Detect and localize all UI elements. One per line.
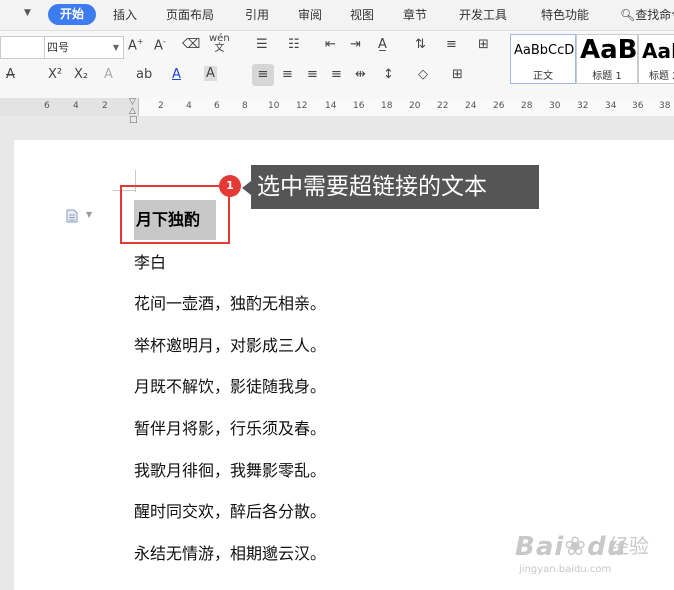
shrink-font-icon[interactable]: A- (154, 37, 166, 53)
line-spacing-icon[interactable]: ≡ (446, 37, 457, 52)
font-color-icon[interactable]: A (172, 67, 181, 82)
tab-developer[interactable]: 开发工具 (459, 6, 507, 23)
subscript-icon[interactable]: X₂ (74, 67, 88, 82)
highlight-icon[interactable]: ab (136, 67, 152, 82)
style-sample: AaBbCcD (514, 43, 575, 58)
ruler-tick: 8 (242, 101, 248, 111)
ruler-tick: 6 (214, 101, 220, 111)
ruler-tick: 4 (186, 101, 192, 111)
justify-icon[interactable]: ≡ (331, 67, 342, 82)
decrease-indent-icon[interactable]: ⇤ (325, 37, 336, 52)
style-heading-2[interactable]: AaB 标题 2 (638, 34, 674, 84)
phonetic-icon[interactable]: wén 文 (209, 34, 230, 54)
tab-references[interactable]: 引用 (245, 6, 269, 23)
poem-line[interactable]: 举杯邀明月，对影成三人。 (134, 332, 326, 356)
poem-line[interactable]: 永结无情游，相期邈云汉。 (134, 540, 326, 564)
step-badge: 1 (219, 175, 241, 197)
tab-insert[interactable]: 插入 (113, 6, 137, 23)
poem-line[interactable]: 花间一壶酒，独酌无相亲。 (134, 290, 326, 314)
eraser-icon[interactable]: ⌫ (182, 37, 200, 52)
increase-indent-icon[interactable]: ⇥ (350, 37, 361, 52)
ruler-tick: 34 (605, 101, 617, 111)
strikethrough-icon[interactable]: A (6, 67, 15, 82)
menu-bar: ▼ 开始 插入 页面布局 引用 审阅 视图 章节 开发工具 特色功能 🔍︎查找命… (0, 0, 674, 31)
ruler-tick: 24 (465, 101, 477, 111)
search-label: 查找命令 (635, 8, 674, 22)
poem-line[interactable]: 暂伴月将影，行乐须及春。 (134, 415, 326, 439)
ruler-tick: 6 (44, 101, 50, 111)
ruler-tick: 36 (632, 101, 644, 111)
font-size-value: 四号 (47, 41, 69, 54)
sort-icon[interactable]: ⇅ (415, 37, 426, 52)
ruler-tick: 32 (577, 101, 589, 111)
tab-special[interactable]: 特色功能 (541, 6, 589, 23)
ruler-tick: 2 (102, 101, 108, 111)
paw-icon: ❀ (564, 532, 588, 562)
tab-view[interactable]: 视图 (350, 6, 374, 23)
text-effect-icon[interactable]: A (104, 67, 113, 82)
char-shading-icon[interactable]: A (204, 66, 217, 81)
align-left-icon[interactable]: ≡ (252, 64, 274, 86)
watermark-url: jingyan.baidu.com (519, 564, 612, 575)
highlight-box (120, 185, 230, 244)
instruction-callout: 选中需要超链接的文本 (251, 165, 539, 209)
style-sample: AaB (580, 35, 638, 65)
grow-font-icon[interactable]: A+ (128, 37, 144, 53)
callout-arrow (242, 181, 251, 195)
ruler-tick: 4 (73, 101, 79, 111)
bullet-list-icon[interactable]: ☰ (256, 37, 268, 52)
chevron-down-icon[interactable]: ▼ (86, 210, 92, 219)
ruler-tick: 30 (549, 101, 561, 111)
ruler-tick: 2 (158, 101, 164, 111)
poem-line[interactable]: 我歌月徘徊，我舞影零乱。 (134, 457, 326, 481)
ruler-tick: 20 (409, 101, 421, 111)
ruler-tick: 14 (325, 101, 337, 111)
tab-chapter[interactable]: 章节 (403, 6, 427, 23)
ruler-tick: 18 (381, 101, 393, 111)
chevron-down-icon: ▼ (112, 43, 119, 52)
style-normal[interactable]: AaBbCcD 正文 (510, 34, 576, 84)
style-gallery: AaBbCcD 正文 AaB 标题 1 AaB 标题 2 (508, 34, 674, 84)
indent-marker-icon[interactable]: ▽ △ □ (129, 98, 138, 125)
align-center-icon[interactable]: ≡ (282, 67, 293, 82)
style-sample: AaB (642, 39, 674, 63)
ruler-tick: 28 (521, 101, 533, 111)
shading-icon[interactable]: ◇ (418, 67, 428, 82)
poem-line[interactable]: 月既不解饮，影徒随我身。 (134, 373, 326, 397)
asian-layout-icon[interactable]: A̲ (378, 37, 387, 52)
font-size-box[interactable]: 四号 ▼ (44, 36, 124, 59)
chevron-down-icon[interactable]: ▼ (24, 8, 31, 18)
ruler-tick: 10 (268, 101, 280, 111)
font-name-box[interactable] (0, 36, 48, 59)
paragraph-doc-icon[interactable] (66, 209, 78, 223)
ruler-tick: 38 (659, 101, 671, 111)
search-icon: 🔍︎ (620, 8, 636, 22)
tab-review[interactable]: 审阅 (298, 6, 322, 23)
watermark-jingyan: 经验 (609, 534, 649, 558)
poem-author[interactable]: 李白 (134, 249, 166, 273)
ruler-tick: 12 (296, 101, 308, 111)
superscript-icon[interactable]: X² (48, 67, 62, 82)
style-heading-1[interactable]: AaB 标题 1 (576, 34, 638, 84)
border-icon[interactable]: ⊞ (452, 67, 463, 82)
numbered-list-icon[interactable]: ☷ (288, 37, 300, 52)
ruler-tick: 16 (353, 101, 365, 111)
tab-page-layout[interactable]: 页面布局 (166, 6, 214, 23)
align-right-icon[interactable]: ≡ (307, 67, 318, 82)
baidu-watermark: Bai❀du 经验 jingyan.baidu.com (515, 522, 670, 582)
ruler-tick: 26 (493, 101, 505, 111)
distributed-icon[interactable]: ⇹ (355, 67, 366, 82)
poem-line[interactable]: 醒时同交欢，醉后各分散。 (134, 498, 326, 522)
style-name: 正文 (533, 71, 553, 82)
ribbon-toolbar: 四号 ▼ A+ A- ⌫ wén 文 ☰ ☷ ⇤ ⇥ A̲ ⇅ ≡ ⊞ A X² X… (0, 31, 674, 99)
search-command[interactable]: 🔍︎查找命令 (620, 6, 674, 23)
ruler-tick: 22 (437, 101, 449, 111)
paragraph-spacing-icon[interactable]: ↕ (383, 67, 394, 82)
tab-home[interactable]: 开始 (48, 4, 96, 25)
horizontal-ruler[interactable]: ▽ △ □ 6 4 2 2 4 6 8 10 12 14 16 18 20 22 2… (0, 98, 674, 125)
style-name: 标题 2 (649, 71, 674, 82)
show-marks-icon[interactable]: ⊞ (478, 37, 489, 52)
style-name: 标题 1 (592, 71, 622, 82)
